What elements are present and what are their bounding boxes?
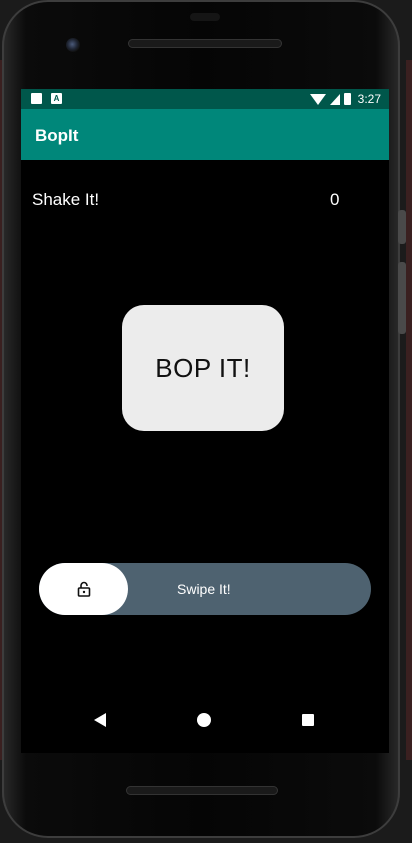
- swipe-label: Swipe It!: [177, 581, 231, 597]
- navigation-bar: [21, 697, 389, 745]
- power-button[interactable]: [398, 210, 406, 244]
- wifi-icon: [309, 93, 326, 105]
- app-title: BopIt: [35, 126, 79, 145]
- volume-button[interactable]: [398, 262, 406, 334]
- score-counter: 0: [330, 190, 340, 209]
- screen: A 3:27 BopIt Shake It! 0 BOP IT! Swipe I…: [21, 89, 389, 753]
- bottom-speaker-grille: [126, 786, 278, 795]
- home-icon[interactable]: [197, 713, 211, 727]
- top-speaker-grille: [128, 39, 282, 48]
- swipe-slider[interactable]: Swipe It!: [39, 563, 371, 615]
- signal-icon: [329, 93, 340, 105]
- lock-icon: [77, 581, 90, 597]
- sd-card-icon: [31, 93, 42, 104]
- front-camera-icon: [66, 38, 80, 52]
- device-frame: A 3:27 BopIt Shake It! 0 BOP IT! Swipe I…: [2, 0, 406, 838]
- bop-it-button-label: BOP IT!: [155, 352, 251, 383]
- app-bar: BopIt: [21, 109, 389, 160]
- a-notification-icon: A: [51, 93, 62, 104]
- swipe-thumb[interactable]: [39, 563, 128, 615]
- battery-icon: [343, 93, 351, 105]
- status-bar: A 3:27: [21, 89, 389, 109]
- status-time: 3:27: [357, 92, 381, 106]
- bop-it-button[interactable]: BOP IT!: [122, 305, 284, 431]
- earpiece: [190, 13, 220, 21]
- background-edge-right: [406, 60, 412, 760]
- instruction-label: Shake It!: [32, 190, 100, 209]
- recents-icon[interactable]: [302, 714, 314, 726]
- back-icon[interactable]: [94, 713, 106, 727]
